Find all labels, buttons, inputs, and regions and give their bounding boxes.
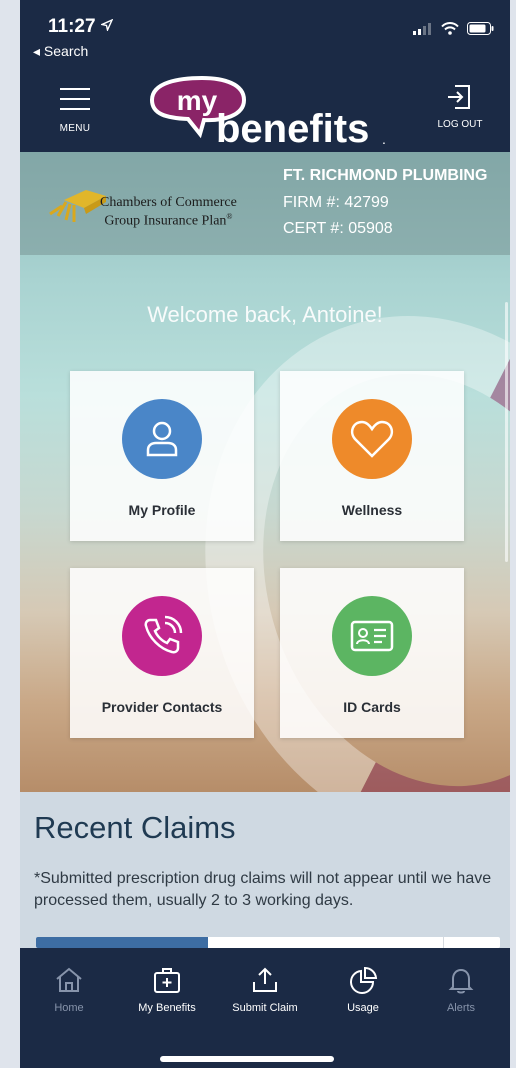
tab-alerts[interactable]: Alerts <box>412 966 510 1018</box>
medical-kit-icon <box>154 968 180 993</box>
firm-number: FIRM #: 42799 <box>283 194 389 211</box>
hamburger-icon <box>60 88 90 110</box>
tile-my-profile[interactable]: My Profile <box>70 371 254 541</box>
welcome-message: Welcome back, Antoine! <box>147 302 383 327</box>
tile-icon-circle <box>122 399 202 479</box>
tile-icon-circle <box>332 399 412 479</box>
upload-icon <box>253 967 277 992</box>
heart-icon <box>350 420 394 458</box>
tile-id-cards[interactable]: ID Cards <box>280 568 464 738</box>
claims-progress-fill <box>36 937 208 948</box>
tab-home[interactable]: Home <box>20 966 118 1018</box>
id-card-icon <box>350 620 394 652</box>
signal-icon <box>413 22 431 35</box>
svg-text:my: my <box>177 85 218 116</box>
wifi-icon <box>441 22 459 35</box>
app-screen: 11:27 ◂ Search MENU my benefits . LOG OU… <box>20 0 510 1068</box>
person-icon <box>146 421 178 457</box>
app-header: MENU my benefits . LOG OUT <box>20 68 510 152</box>
firm-name: FT. RICHMOND PLUMBING <box>283 167 488 184</box>
tile-label: ID Cards <box>343 699 401 715</box>
status-time: 11:27 <box>48 16 114 38</box>
tab-my-benefits[interactable]: My Benefits <box>118 966 216 1018</box>
home-icon <box>56 967 82 992</box>
phone-call-icon <box>144 615 183 654</box>
recent-claims-title: Recent Claims <box>34 810 236 845</box>
claims-progress-bar <box>36 937 500 948</box>
firm-info-bar: Chambers of Commerce Group Insurance Pla… <box>20 152 510 255</box>
tab-usage[interactable]: Usage <box>314 966 412 1018</box>
battery-icon <box>467 22 494 35</box>
tile-provider-contacts[interactable]: Provider Contacts <box>70 568 254 738</box>
tab-submit-claim[interactable]: Submit Claim <box>216 966 314 1018</box>
svg-text:benefits: benefits <box>216 107 369 148</box>
location-arrow-icon <box>99 18 114 33</box>
tile-label: Wellness <box>341 502 403 518</box>
claims-disclaimer: *Submitted prescription drug claims will… <box>34 870 492 909</box>
tile-icon-circle <box>122 596 202 676</box>
cert-number: CERT #: 05908 <box>283 220 393 237</box>
status-bar: 11:27 ◂ Search <box>20 0 510 68</box>
logout-button[interactable]: LOG OUT <box>425 82 495 138</box>
tile-icon-circle <box>332 596 412 676</box>
recent-claims-section: Recent Claims *Submitted prescription dr… <box>20 792 510 948</box>
progress-divider <box>443 937 444 948</box>
home-indicator[interactable] <box>160 1056 334 1062</box>
bottom-tab-bar: Home My Benefits Submit Claim Usage Aler… <box>20 948 510 1068</box>
status-icons <box>413 22 494 35</box>
plan-name: Chambers of Commerce Group Insurance Pla… <box>100 195 237 229</box>
tile-label: Provider Contacts <box>101 699 223 715</box>
back-to-search-link[interactable]: ◂ Search <box>33 43 88 60</box>
tile-wellness[interactable]: Wellness <box>280 371 464 541</box>
tile-label: My Profile <box>128 502 196 518</box>
logout-door-icon <box>448 85 470 109</box>
scrollbar[interactable] <box>505 302 508 562</box>
my-benefits-logo: my benefits . <box>149 76 386 148</box>
pie-chart-icon <box>350 966 378 994</box>
svg-text:.: . <box>382 131 386 147</box>
hero-section: Chambers of Commerce Group Insurance Pla… <box>20 152 510 792</box>
bell-icon <box>448 968 474 994</box>
menu-button[interactable]: MENU <box>48 84 102 136</box>
